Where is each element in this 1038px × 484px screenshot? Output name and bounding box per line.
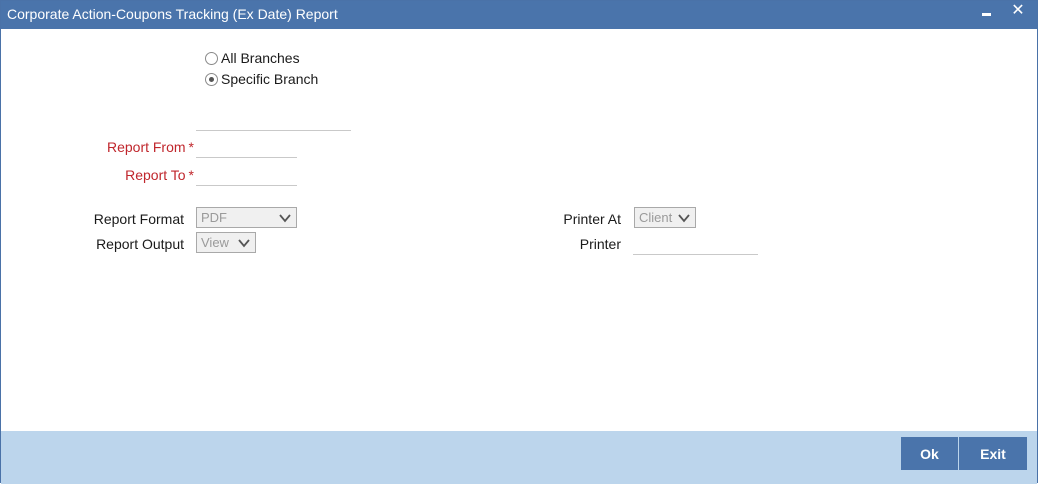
ok-button[interactable]: Ok — [901, 437, 958, 470]
footer-bar: Ok Exit — [1, 431, 1037, 484]
chevron-down-icon — [238, 238, 250, 247]
specific-branch-label: Specific Branch — [221, 71, 319, 87]
window-title: Corporate Action-Coupons Tracking (Ex Da… — [7, 6, 338, 22]
specific-branch-option[interactable]: Specific Branch — [205, 70, 318, 88]
all-branches-radio[interactable] — [205, 51, 218, 65]
printer-at-select[interactable]: Client — [634, 207, 696, 228]
chevron-down-icon — [279, 213, 291, 222]
required-marker: * — [188, 167, 194, 183]
printer-input[interactable] — [633, 233, 758, 255]
report-format-label: Report Format — [93, 211, 184, 227]
report-to-label: Report To * — [61, 167, 194, 183]
report-output-select[interactable]: View — [196, 232, 256, 253]
report-format-select[interactable]: PDF — [196, 207, 297, 228]
chevron-down-icon — [678, 213, 690, 222]
all-branches-option[interactable]: All Branches — [205, 49, 300, 67]
form-body: All Branches Specific Branch Report From… — [1, 29, 1037, 431]
required-marker: * — [188, 139, 194, 155]
report-output-label: Report Output — [96, 236, 184, 252]
printer-at-value: Client — [639, 210, 673, 225]
branch-code-input[interactable] — [196, 109, 351, 131]
title-bar: Corporate Action-Coupons Tracking (Ex Da… — [1, 1, 1037, 29]
report-format-value: PDF — [201, 210, 227, 225]
all-branches-label: All Branches — [221, 50, 300, 66]
report-to-label-text: Report To — [125, 167, 186, 183]
report-from-label: Report From * — [61, 139, 194, 155]
printer-label: Printer — [579, 236, 621, 252]
report-output-value: View — [201, 235, 229, 250]
minimize-icon[interactable] — [978, 4, 996, 24]
report-from-input[interactable] — [196, 136, 297, 158]
report-from-label-text: Report From — [106, 139, 186, 155]
printer-at-label: Printer At — [563, 211, 621, 227]
exit-button[interactable]: Exit — [959, 437, 1027, 470]
specific-branch-radio[interactable] — [205, 72, 218, 86]
close-icon[interactable]: ✕ — [1009, 3, 1027, 23]
report-to-input[interactable] — [196, 164, 297, 186]
report-window: Corporate Action-Coupons Tracking (Ex Da… — [0, 0, 1038, 484]
